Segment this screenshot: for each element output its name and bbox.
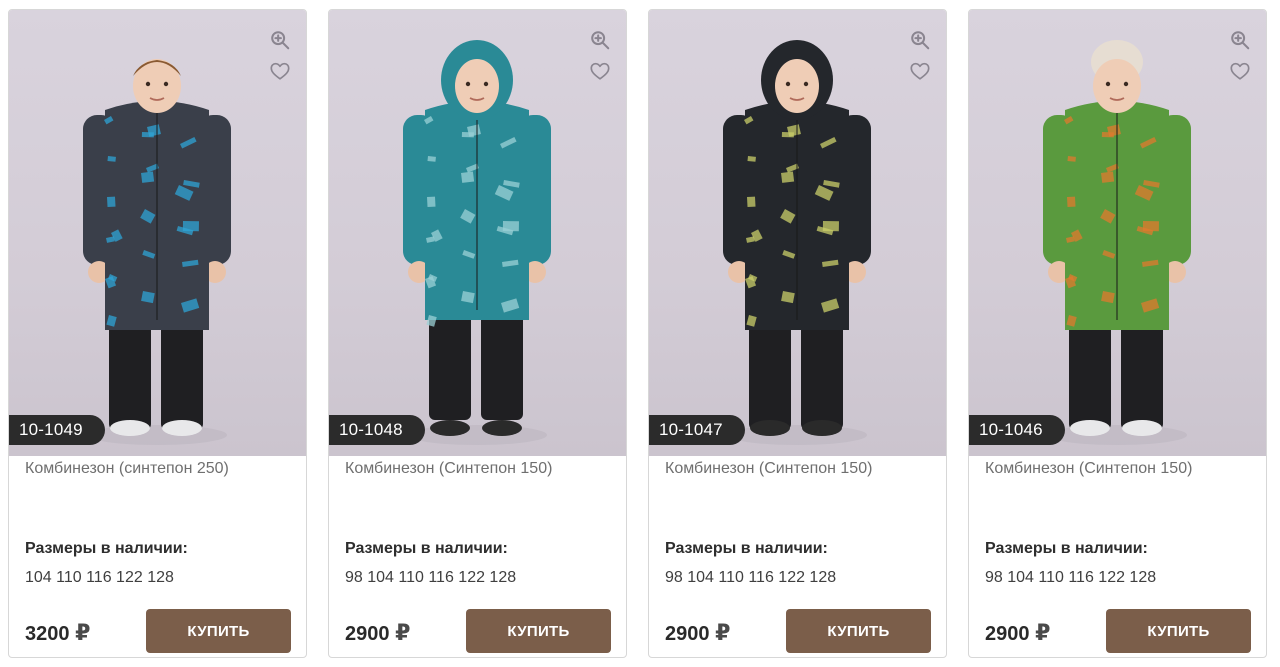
price: 2900 ₽ — [665, 620, 730, 646]
buy-button[interactable]: КУПИТЬ — [1106, 609, 1251, 653]
heart-icon[interactable] — [1228, 59, 1252, 83]
sizes-list: 98 104 110 116 122 128 — [665, 569, 837, 586]
sku-badge: 10-1047 — [649, 415, 745, 445]
buy-button[interactable]: КУПИТЬ — [146, 609, 291, 653]
product-name[interactable]: Комбинезон (Синтепон 150) — [345, 459, 616, 479]
product-photo[interactable] — [649, 10, 946, 456]
sku-badge: 10-1046 — [969, 415, 1065, 445]
child-figure — [83, 59, 231, 445]
sizes-list: 98 104 110 116 122 128 — [345, 569, 517, 586]
product-card[interactable]: 10-1048 Комбинезон (Синтепон 150) Размер… — [328, 9, 627, 658]
product-grid: 10-1049 Комбинезон (синтепон 250) Размер… — [0, 0, 1280, 667]
sizes-title: Размеры в наличии: — [665, 540, 828, 557]
zoom-in-icon[interactable] — [588, 28, 612, 52]
sizes-title: Размеры в наличии: — [985, 540, 1148, 557]
product-card[interactable]: 10-1047 Комбинезон (Синтепон 150) Размер… — [648, 9, 947, 658]
zoom-in-icon[interactable] — [1228, 28, 1252, 52]
currency-symbol: ₽ — [75, 620, 91, 645]
product-card[interactable]: 10-1049 Комбинезон (синтепон 250) Размер… — [8, 9, 307, 658]
currency-symbol: ₽ — [715, 620, 731, 645]
product-name[interactable]: Комбинезон (Синтепон 150) — [985, 459, 1256, 479]
sizes-title: Размеры в наличии: — [345, 540, 508, 557]
zoom-in-icon[interactable] — [268, 28, 292, 52]
heart-icon[interactable] — [268, 59, 292, 83]
heart-icon[interactable] — [908, 59, 932, 83]
sku-badge: 10-1048 — [329, 415, 425, 445]
product-name[interactable]: Комбинезон (синтепон 250) — [25, 459, 296, 479]
product-card[interactable]: 10-1046 Комбинезон (Синтепон 150) Размер… — [968, 9, 1267, 658]
child-figure — [1043, 40, 1191, 445]
product-photo[interactable] — [329, 10, 626, 456]
sizes-list: 98 104 110 116 122 128 — [985, 569, 1157, 586]
zoom-in-icon[interactable] — [908, 28, 932, 52]
price-value: 2900 — [665, 623, 710, 645]
product-photo[interactable] — [9, 10, 306, 456]
sizes-title: Размеры в наличии: — [25, 540, 188, 557]
heart-icon[interactable] — [588, 59, 612, 83]
buy-button[interactable]: КУПИТЬ — [786, 609, 931, 653]
sizes-list: 104 110 116 122 128 — [25, 569, 174, 586]
sku-badge: 10-1049 — [9, 415, 105, 445]
price: 2900 ₽ — [345, 620, 410, 646]
price-value: 2900 — [985, 623, 1030, 645]
child-figure — [723, 40, 871, 445]
child-figure — [403, 40, 551, 445]
currency-symbol: ₽ — [1035, 620, 1051, 645]
product-photo[interactable] — [969, 10, 1266, 456]
buy-button[interactable]: КУПИТЬ — [466, 609, 611, 653]
price-value: 3200 — [25, 623, 70, 645]
price: 3200 ₽ — [25, 620, 90, 646]
price: 2900 ₽ — [985, 620, 1050, 646]
price-value: 2900 — [345, 623, 390, 645]
product-name[interactable]: Комбинезон (Синтепон 150) — [665, 459, 936, 479]
currency-symbol: ₽ — [395, 620, 411, 645]
